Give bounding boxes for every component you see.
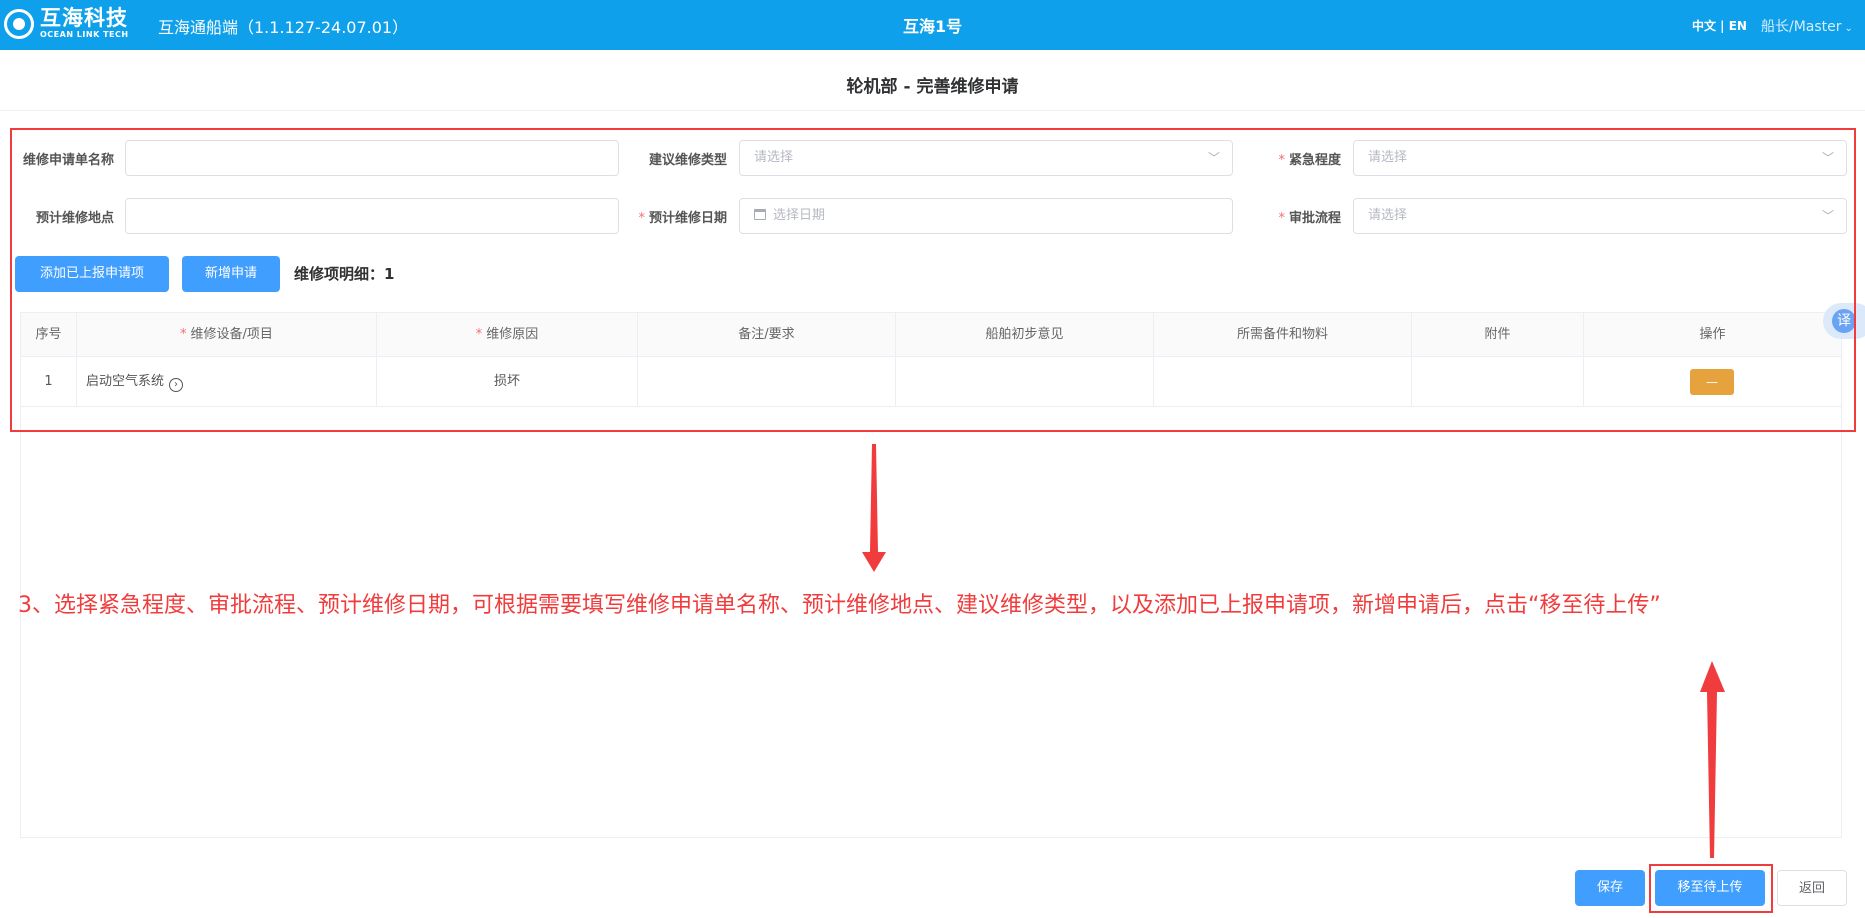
annotation-arrows [862,444,1725,858]
annotation-instruction: 3、选择紧急程度、审批流程、预计维修日期，可根据需要填写维修申请单名称、预计维修… [18,593,1661,618]
back-button[interactable]: 返回 [1777,870,1847,906]
arrow-down-shape [862,444,886,572]
arrow-up-shape [1700,661,1725,858]
save-button[interactable]: 保存 [1575,870,1645,906]
annotation-highlight-button [1649,864,1773,913]
